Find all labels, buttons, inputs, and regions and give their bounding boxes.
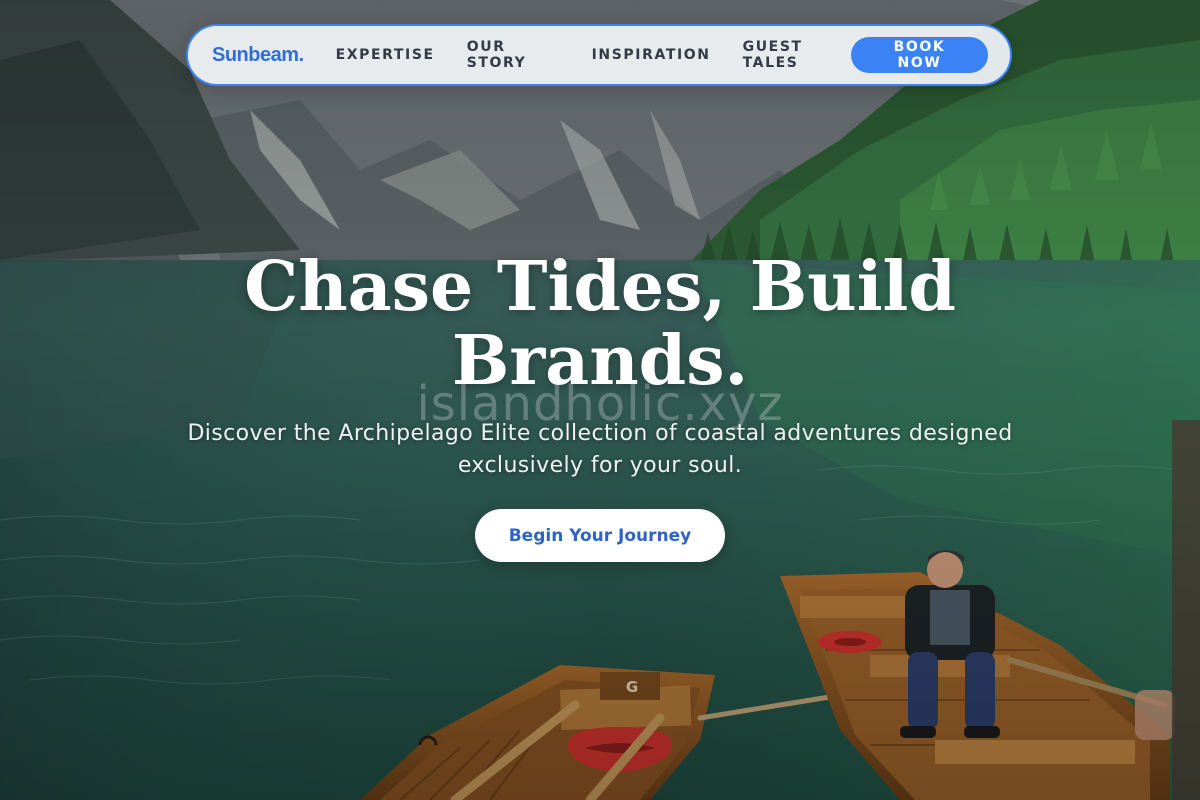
hero-headline-line-1: Chase Tides, Build <box>244 247 956 327</box>
nav-link-expertise[interactable]: EXPERTISE <box>336 47 435 63</box>
brand-logo[interactable]: Sunbeam. <box>212 44 304 67</box>
book-now-button[interactable]: BOOK NOW <box>850 37 988 73</box>
nav-links: EXPERTISE OUR STORY INSPIRATION GUEST TA… <box>336 39 851 71</box>
nav-link-guest-tales[interactable]: GUEST TALES <box>743 39 851 71</box>
nav-link-inspiration[interactable]: INSPIRATION <box>592 47 711 63</box>
hero-subtitle: Discover the Archipelago Elite collectio… <box>187 421 1013 478</box>
hero-section: G <box>0 0 1200 800</box>
begin-journey-button[interactable]: Begin Your Journey <box>475 509 725 562</box>
main-navbar: Sunbeam. EXPERTISE OUR STORY INSPIRATION… <box>186 24 1012 86</box>
nav-link-our-story[interactable]: OUR STORY <box>467 39 560 71</box>
